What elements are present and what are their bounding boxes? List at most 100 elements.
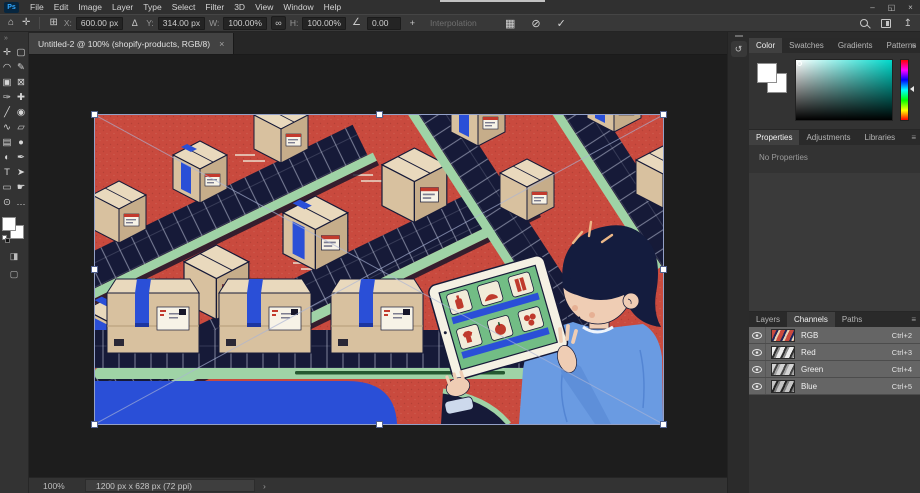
tool-type[interactable]: T	[1, 165, 14, 180]
color-foreground-swatch[interactable]	[757, 63, 777, 83]
document-tab[interactable]: Untitled-2 @ 100% (shopify-products, RGB…	[29, 33, 234, 54]
tool-eraser[interactable]: ▱	[15, 120, 28, 135]
quick-mask-icon[interactable]: ◨	[10, 251, 19, 262]
document-size-info[interactable]: 1200 px x 628 px (72 ppi)	[85, 479, 255, 492]
tool-eyedropper[interactable]: ✑	[1, 90, 14, 105]
minimize-button[interactable]: –	[863, 3, 882, 12]
transform-handle-top-center[interactable]	[376, 111, 383, 118]
tool-preset-icon[interactable]: ✛	[20, 18, 32, 28]
warp-mode-icon[interactable]: ▦	[505, 17, 515, 30]
visibility-eye-icon[interactable]	[749, 378, 766, 394]
default-colors-icon[interactable]	[2, 235, 10, 243]
tool-hand[interactable]: ☛	[15, 180, 28, 195]
transform-handle-top-left[interactable]	[91, 111, 98, 118]
photoshop-app-icon[interactable]: Ps	[4, 2, 19, 13]
color-panel-menu-icon[interactable]: ≡	[911, 41, 916, 50]
tool-pen[interactable]: ✒	[15, 150, 28, 165]
canvas-pasteboard[interactable]	[29, 55, 727, 477]
color-picker-marker[interactable]	[797, 61, 802, 66]
menu-window[interactable]: Window	[278, 2, 318, 12]
hue-slider-arrow[interactable]	[910, 86, 914, 92]
zoom-level-field[interactable]: 100%	[43, 481, 77, 491]
transform-handle-bottom-center[interactable]	[376, 421, 383, 428]
hue-slider[interactable]	[900, 59, 909, 121]
relative-position-toggle[interactable]: Δ	[127, 16, 142, 30]
menu-help[interactable]: Help	[319, 2, 346, 12]
reference-point-icon[interactable]: ⊞	[47, 18, 59, 28]
visibility-eye-icon[interactable]	[749, 361, 766, 377]
tab-adjustments[interactable]: Adjustments	[799, 130, 857, 145]
tab-properties[interactable]: Properties	[749, 130, 799, 145]
menu-layer[interactable]: Layer	[107, 2, 138, 12]
menu-file[interactable]: File	[25, 2, 49, 12]
channel-row-green[interactable]: Green Ctrl+4	[749, 361, 920, 378]
tab-channels[interactable]: Channels	[787, 312, 835, 327]
visibility-eye-icon[interactable]	[749, 327, 766, 343]
screen-mode-icon[interactable]: ▢	[10, 269, 19, 280]
close-button[interactable]: ×	[901, 3, 920, 12]
tab-color[interactable]: Color	[749, 38, 782, 53]
tool-path-selection[interactable]: ➤	[15, 165, 28, 180]
menu-view[interactable]: View	[250, 2, 278, 12]
tab-paths[interactable]: Paths	[835, 312, 869, 327]
menu-filter[interactable]: Filter	[200, 2, 229, 12]
history-panel-icon[interactable]: ↺	[731, 41, 747, 57]
saturation-brightness-picker[interactable]	[795, 59, 893, 121]
transform-handle-bottom-right[interactable]	[660, 421, 667, 428]
workspace-switcher-icon[interactable]	[881, 19, 891, 28]
transform-handle-bottom-left[interactable]	[91, 421, 98, 428]
foreground-color-swatch[interactable]	[2, 217, 16, 231]
collapse-dock-icon[interactable]	[735, 35, 743, 37]
tool-crop[interactable]: ▣	[1, 75, 14, 90]
document-tab-close-icon[interactable]: ×	[219, 39, 224, 49]
tool-frame[interactable]: ⊠	[15, 75, 28, 90]
tool-spot-healing[interactable]: ✚	[15, 90, 28, 105]
restore-button[interactable]: ◱	[882, 3, 901, 12]
tab-layers[interactable]: Layers	[749, 312, 787, 327]
menu-image[interactable]: Image	[73, 2, 107, 12]
channel-row-blue[interactable]: Blue Ctrl+5	[749, 378, 920, 395]
tool-blur[interactable]: ●	[15, 135, 28, 150]
maintain-aspect-ratio-icon[interactable]: ∞	[271, 16, 286, 30]
transform-handle-middle-right[interactable]	[660, 266, 667, 273]
y-position-field[interactable]: 314.00 px	[158, 17, 205, 30]
tool-dodge[interactable]: ◐	[1, 150, 14, 165]
commit-transform-icon[interactable]: ✓	[557, 17, 566, 30]
properties-panel-menu-icon[interactable]: ≡	[911, 133, 916, 142]
home-icon[interactable]: ⌂	[6, 18, 16, 28]
more-options-button[interactable]: +	[405, 16, 420, 30]
visibility-eye-icon[interactable]	[749, 344, 766, 360]
menu-edit[interactable]: Edit	[49, 2, 74, 12]
channel-row-rgb[interactable]: RGB Ctrl+2	[749, 327, 920, 344]
cancel-transform-icon[interactable]: ⊘	[531, 17, 540, 30]
width-scale-field[interactable]: 100.00%	[223, 17, 267, 30]
tab-swatches[interactable]: Swatches	[782, 38, 831, 53]
height-scale-field[interactable]: 100.00%	[302, 17, 346, 30]
tab-gradients[interactable]: Gradients	[831, 38, 880, 53]
transform-handle-top-right[interactable]	[660, 111, 667, 118]
color-panel-swatches[interactable]	[757, 63, 791, 97]
tool-brush[interactable]: ╱	[1, 105, 14, 120]
menu-type[interactable]: Type	[138, 2, 166, 12]
status-bar-chevron-icon[interactable]: ›	[263, 481, 266, 491]
foreground-background-swatches[interactable]	[2, 217, 26, 243]
tool-gradient[interactable]: ▤	[1, 135, 14, 150]
x-position-field[interactable]: 600.00 px	[76, 17, 123, 30]
transform-handle-middle-left[interactable]	[91, 266, 98, 273]
tool-marquee[interactable]: ▢	[15, 45, 28, 60]
tab-libraries[interactable]: Libraries	[858, 130, 903, 145]
tool-zoom[interactable]: ⊙	[1, 195, 14, 210]
tool-lasso[interactable]: ◠	[1, 60, 14, 75]
channel-row-red[interactable]: Red Ctrl+3	[749, 344, 920, 361]
tool-mixer-brush[interactable]: ∿	[1, 120, 14, 135]
search-icon[interactable]	[860, 19, 868, 27]
tool-clone-stamp[interactable]: ◉	[15, 105, 28, 120]
tool-edit-toolbar[interactable]: …	[15, 195, 28, 210]
placed-image-transform-target[interactable]	[95, 115, 663, 424]
toolbar-expand-icon[interactable]: »	[4, 35, 8, 42]
tool-move[interactable]: ✛	[1, 45, 14, 60]
menu-select[interactable]: Select	[167, 2, 201, 12]
tool-quick-selection[interactable]: ✎	[15, 60, 28, 75]
menu-3d[interactable]: 3D	[229, 2, 250, 12]
rotation-angle-field[interactable]: 0.00	[367, 17, 401, 30]
